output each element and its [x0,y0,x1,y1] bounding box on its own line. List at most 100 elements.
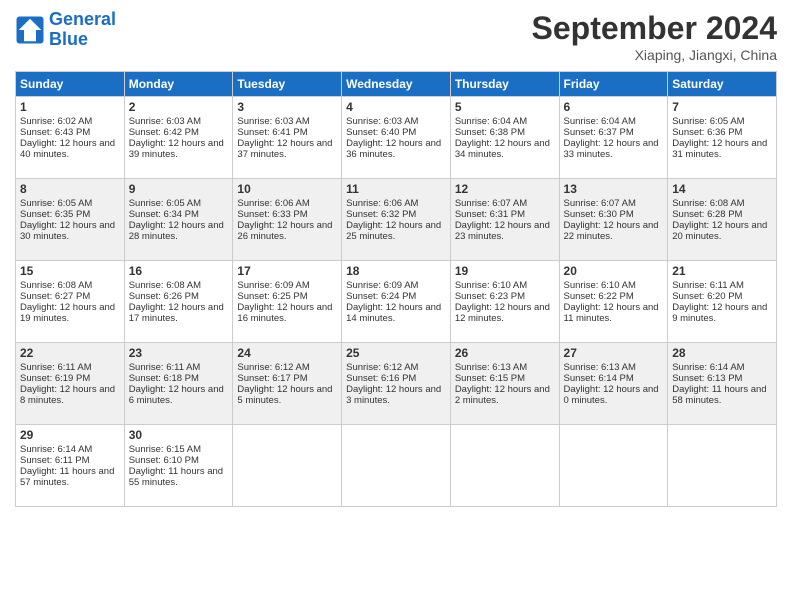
sunset-label: Sunset: 6:26 PM [129,291,199,302]
sunrise-label: Sunrise: 6:05 AM [20,198,92,209]
daylight-label: Daylight: 12 hours and 25 minutes. [346,220,441,242]
col-thursday: Thursday [450,72,559,97]
day-number: 8 [20,182,120,196]
table-row: 9Sunrise: 6:05 AMSunset: 6:34 PMDaylight… [124,179,233,261]
day-number: 18 [346,264,446,278]
day-number: 15 [20,264,120,278]
daylight-label: Daylight: 11 hours and 55 minutes. [129,466,223,488]
daylight-label: Daylight: 12 hours and 14 minutes. [346,302,441,324]
location: Xiaping, Jiangxi, China [532,47,777,63]
daylight-label: Daylight: 12 hours and 11 minutes. [564,302,659,324]
sunset-label: Sunset: 6:22 PM [564,291,634,302]
sunset-label: Sunset: 6:32 PM [346,209,416,220]
table-row: 2Sunrise: 6:03 AMSunset: 6:42 PMDaylight… [124,97,233,179]
day-number: 26 [455,346,555,360]
sunrise-label: Sunrise: 6:04 AM [455,116,527,127]
page: General Blue September 2024 Xiaping, Jia… [0,0,792,517]
col-wednesday: Wednesday [342,72,451,97]
logo-text: General Blue [49,10,116,50]
sunset-label: Sunset: 6:41 PM [237,127,307,138]
sunrise-label: Sunrise: 6:06 AM [237,198,309,209]
col-monday: Monday [124,72,233,97]
sunrise-label: Sunrise: 6:10 AM [455,280,527,291]
day-number: 23 [129,346,229,360]
table-row: 19Sunrise: 6:10 AMSunset: 6:23 PMDayligh… [450,261,559,343]
sunrise-label: Sunrise: 6:14 AM [672,362,744,373]
sunrise-label: Sunrise: 6:15 AM [129,444,201,455]
day-number: 22 [20,346,120,360]
logo-icon [15,15,45,45]
table-row: 16 Sunrise: 6:08 AMSunset: 6:26 PMDayligh… [124,261,233,343]
sunset-label: Sunset: 6:24 PM [346,291,416,302]
daylight-label: Daylight: 12 hours and 19 minutes. [20,302,115,324]
day-number: 6 [564,100,664,114]
sunset-label: Sunset: 6:31 PM [455,209,525,220]
calendar-row: 22Sunrise: 6:11 AMSunset: 6:19 PMDayligh… [16,343,777,425]
sunset-label: Sunset: 6:35 PM [20,209,90,220]
col-saturday: Saturday [668,72,777,97]
table-row: 25Sunrise: 6:12 AMSunset: 6:16 PMDayligh… [342,343,451,425]
sunrise-label: Sunrise: 6:07 AM [455,198,527,209]
sunrise-label: Sunrise: 6:08 AM [672,198,744,209]
sunrise-label: Sunrise: 6:12 AM [346,362,418,373]
day-number: 1 [20,100,120,114]
calendar-row: 8Sunrise: 6:05 AMSunset: 6:35 PMDaylight… [16,179,777,261]
table-row: 17Sunrise: 6:09 AMSunset: 6:25 PMDayligh… [233,261,342,343]
day-number: 16 [129,264,229,278]
sunset-label: Sunset: 6:38 PM [455,127,525,138]
daylight-label: Daylight: 12 hours and 0 minutes. [564,384,659,406]
sunset-label: Sunset: 6:11 PM [20,455,90,466]
sunrise-label: Sunrise: 6:02 AM [20,116,92,127]
daylight-label: Daylight: 12 hours and 26 minutes. [237,220,332,242]
daylight-label: Daylight: 12 hours and 22 minutes. [564,220,659,242]
day-number: 7 [672,100,772,114]
sunrise-label: Sunrise: 6:11 AM [129,362,201,373]
daylight-label: Daylight: 11 hours and 58 minutes. [672,384,766,406]
sunset-label: Sunset: 6:30 PM [564,209,634,220]
day-number: 30 [129,428,229,442]
daylight-label: Daylight: 12 hours and 5 minutes. [237,384,332,406]
sunrise-label: Sunrise: 6:12 AM [237,362,309,373]
daylight-label: Daylight: 12 hours and 40 minutes. [20,138,115,160]
sunrise-label: Sunrise: 6:14 AM [20,444,92,455]
table-row [342,425,451,507]
sunrise-label: Sunrise: 6:09 AM [346,280,418,291]
daylight-label: Daylight: 12 hours and 28 minutes. [129,220,224,242]
sunrise-label: Sunrise: 6:08 AM [129,280,201,291]
day-number: 5 [455,100,555,114]
daylight-label: Daylight: 12 hours and 17 minutes. [129,302,224,324]
sunset-label: Sunset: 6:16 PM [346,373,416,384]
table-row: 5 Sunrise: 6:04 AMSunset: 6:38 PMDaylight… [450,97,559,179]
day-number: 21 [672,264,772,278]
sunrise-label: Sunrise: 6:05 AM [129,198,201,209]
sunset-label: Sunset: 6:15 PM [455,373,525,384]
table-row: 28Sunrise: 6:14 AMSunset: 6:13 PMDayligh… [668,343,777,425]
table-row: 24Sunrise: 6:12 AMSunset: 6:17 PMDayligh… [233,343,342,425]
sunset-label: Sunset: 6:10 PM [129,455,199,466]
table-row: 22Sunrise: 6:11 AMSunset: 6:19 PMDayligh… [16,343,125,425]
header-row: Sunday Monday Tuesday Wednesday Thursday… [16,72,777,97]
sunset-label: Sunset: 6:36 PM [672,127,742,138]
col-tuesday: Tuesday [233,72,342,97]
day-number: 10 [237,182,337,196]
sunset-label: Sunset: 6:43 PM [20,127,90,138]
table-row [559,425,668,507]
sunset-label: Sunset: 6:14 PM [564,373,634,384]
daylight-label: Daylight: 12 hours and 20 minutes. [672,220,767,242]
table-row: 12Sunrise: 6:07 AMSunset: 6:31 PMDayligh… [450,179,559,261]
table-row: 10Sunrise: 6:06 AMSunset: 6:33 PMDayligh… [233,179,342,261]
table-row: 1 Sunrise: 6:02 AMSunset: 6:43 PMDaylight… [16,97,125,179]
day-number: 11 [346,182,446,196]
daylight-label: Daylight: 12 hours and 6 minutes. [129,384,224,406]
daylight-label: Daylight: 12 hours and 33 minutes. [564,138,659,160]
day-number: 13 [564,182,664,196]
sunrise-label: Sunrise: 6:06 AM [346,198,418,209]
table-row: 14Sunrise: 6:08 AMSunset: 6:28 PMDayligh… [668,179,777,261]
daylight-label: Daylight: 12 hours and 16 minutes. [237,302,332,324]
daylight-label: Daylight: 12 hours and 34 minutes. [455,138,550,160]
day-number: 14 [672,182,772,196]
daylight-label: Daylight: 12 hours and 12 minutes. [455,302,550,324]
calendar-table: Sunday Monday Tuesday Wednesday Thursday… [15,71,777,507]
table-row: 8Sunrise: 6:05 AMSunset: 6:35 PMDaylight… [16,179,125,261]
table-row: 18 Sunrise: 6:09 AMSunset: 6:24 PMDayligh… [342,261,451,343]
